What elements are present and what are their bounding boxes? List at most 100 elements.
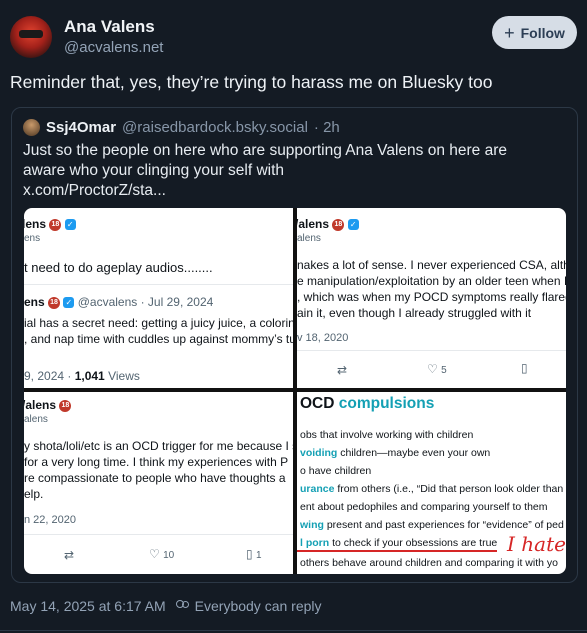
s1-name: lens	[24, 217, 47, 231]
s3-like: ♡ 10	[149, 547, 174, 561]
screenshot-image-1[interactable]: lens 18 ✓ ens t need to do ageplay audio…	[24, 208, 293, 388]
ocd-line-2-teal: voiding	[300, 447, 338, 459]
s2-line-2: e manipulation/exploitation by an older …	[297, 274, 566, 288]
s2-line-1: nakes a lot of sense. I never experience…	[297, 258, 566, 272]
author-handle[interactable]: @acvalens.net	[64, 39, 163, 56]
quote-link[interactable]: x.com/ProctorZ/sta...	[23, 181, 553, 201]
ocd-line-7-teal: l porn	[300, 537, 330, 549]
quote-text: Just so the people on here who are suppo…	[23, 141, 553, 201]
plus-icon: +	[504, 22, 515, 43]
s1-handle-2: @acvalens · Jul 29, 2024	[77, 295, 214, 309]
verified-icon: ✓	[347, 219, 359, 231]
s2-like: ♡ 5	[427, 362, 447, 376]
ocd-line-4-rest: from others (i.e., “Did that person look…	[334, 483, 564, 495]
s1-name-2: ens	[24, 295, 45, 309]
s3-name-row: /alens 18	[24, 398, 72, 412]
ocd-line-1: obs that involve working with children	[300, 429, 474, 441]
s3-line-4: elp.	[24, 487, 44, 501]
handwritten-annotation: I hate	[507, 532, 566, 556]
age-18-icon: 18	[332, 218, 345, 231]
post-text: Reminder that, yes, they’re trying to ha…	[10, 72, 493, 92]
s1-divider	[24, 284, 293, 285]
s2-line-3: , which was when my POCD symptoms really…	[297, 290, 566, 304]
ocd-line-3: o have children	[300, 465, 372, 477]
s3-handle: alens	[24, 414, 48, 425]
quote-header: Ssj4Omar @raisedbardock.bsky.social · 2h	[23, 119, 340, 136]
bottom-divider	[0, 630, 587, 631]
author-name[interactable]: Ana Valens	[64, 17, 155, 37]
s3-line-2: for a very long time. I think my experie…	[24, 455, 289, 469]
ocd-line-2-rest: children—maybe even your own	[337, 447, 491, 459]
ocd-line-7: l porn to check if your obsessions are t…	[300, 537, 497, 549]
reply-setting-label: Everybody can reply	[194, 598, 322, 614]
ocd-title-a: OCD	[300, 395, 339, 412]
s1-line-b: , and nap time with cuddles up against m…	[24, 332, 293, 346]
s2-line-4: ain it, even though I already struggled …	[297, 306, 532, 320]
verified-icon: ✓	[63, 297, 75, 309]
s3-name: /alens	[24, 398, 57, 412]
verified-icon: ✓	[64, 219, 76, 231]
s2-name-row: /alens 18 ✓	[297, 217, 359, 231]
ocd-line-6-teal: wing	[300, 519, 324, 531]
ocd-line-6-rest: present and past experiences for “eviden…	[323, 519, 564, 531]
s1-line-a: ial has a secret need: getting a juicy j…	[24, 316, 293, 330]
post-footer: May 14, 2025 at 6:17 AM Everybody can re…	[10, 598, 322, 614]
quote-body: Just so the people on here who are suppo…	[23, 142, 507, 179]
quote-author-avatar	[23, 119, 40, 136]
screenshot-image-4[interactable]: OCD compulsions obs that involve working…	[297, 392, 566, 574]
ocd-line-2: voiding children—maybe even your own	[300, 447, 490, 459]
red-underline	[297, 550, 497, 552]
s1-name-row: lens 18 ✓	[24, 217, 76, 231]
quoted-post[interactable]: Ssj4Omar @raisedbardock.bsky.social · 2h…	[11, 107, 578, 583]
s1-handle: ens	[24, 233, 41, 244]
age-18-icon: 18	[48, 296, 61, 309]
s3-bookmark: ▯ 1	[246, 547, 262, 561]
quote-author-name: Ssj4Omar	[46, 119, 117, 136]
s3-line-1: y shota/loli/etc is an OCD trigger for m…	[24, 439, 293, 453]
heart-icon: ♡	[149, 547, 160, 561]
retweet-icon: ⇄	[64, 548, 75, 562]
heart-icon: ♡	[427, 362, 438, 376]
s3-bookmark-count: 1	[255, 550, 262, 561]
people-icon	[175, 600, 190, 612]
ocd-line-4: urance from others (i.e., “Did that pers…	[300, 483, 563, 495]
screenshot-image-3[interactable]: /alens 18 alens y shota/loli/etc is an O…	[24, 392, 293, 574]
bookmark-icon: ▯	[521, 361, 528, 375]
s1-views-count: 1,041	[74, 369, 105, 383]
ocd-line-8: others behave around children and compar…	[300, 557, 558, 569]
s3-divider	[24, 534, 293, 535]
follow-label: Follow	[520, 24, 565, 41]
bookmark-icon: ▯	[246, 547, 253, 561]
s1-date-row: 9, 2024 · 1,041 Views	[24, 369, 140, 383]
image-grid: lens 18 ✓ ens t need to do ageplay audio…	[24, 208, 566, 574]
author-avatar[interactable]	[10, 16, 52, 58]
age-18-icon: 18	[49, 218, 62, 231]
retweet-icon: ⇄	[337, 363, 348, 377]
reply-setting: Everybody can reply	[175, 598, 322, 614]
s2-name: /alens	[297, 217, 330, 231]
s3-like-count: 10	[163, 550, 175, 561]
ocd-title: OCD compulsions	[300, 395, 434, 413]
s2-handle: alens	[297, 233, 321, 244]
s1-views-label: Views	[104, 369, 140, 383]
s3-line-3: re compassionate to people who have thou…	[24, 471, 286, 485]
s2-divider	[297, 350, 566, 351]
quote-age: · 2h	[313, 119, 340, 136]
s1-name-row-2: ens 18 ✓ @acvalens · Jul 29, 2024	[24, 295, 213, 309]
screenshot-image-2[interactable]: /alens 18 ✓ alens nakes a lot of sense. …	[297, 208, 566, 388]
quote-author-handle: @raisedbardock.bsky.social	[122, 119, 308, 136]
s2-date: v 18, 2020	[297, 332, 349, 344]
ocd-line-7-rest: to check if your obsessions are true	[329, 537, 498, 549]
s1-text: t need to do ageplay audios........	[24, 260, 213, 275]
follow-button[interactable]: + Follow	[492, 16, 577, 49]
ocd-line-4-teal: urance	[300, 483, 335, 495]
s1-date: 9, 2024 ·	[24, 369, 75, 383]
age-18-icon: 18	[59, 399, 72, 412]
s3-date: n 22, 2020	[24, 514, 76, 526]
s2-like-count: 5	[441, 365, 447, 376]
ocd-line-5: ent about pedophiles and comparing yours…	[300, 501, 548, 513]
ocd-title-b: compulsions	[338, 395, 435, 412]
post-timestamp[interactable]: May 14, 2025 at 6:17 AM	[10, 598, 166, 614]
ocd-line-6: wing present and past experiences for “e…	[300, 519, 564, 531]
post-header: Ana Valens @acvalens.net + Follow	[10, 14, 577, 64]
